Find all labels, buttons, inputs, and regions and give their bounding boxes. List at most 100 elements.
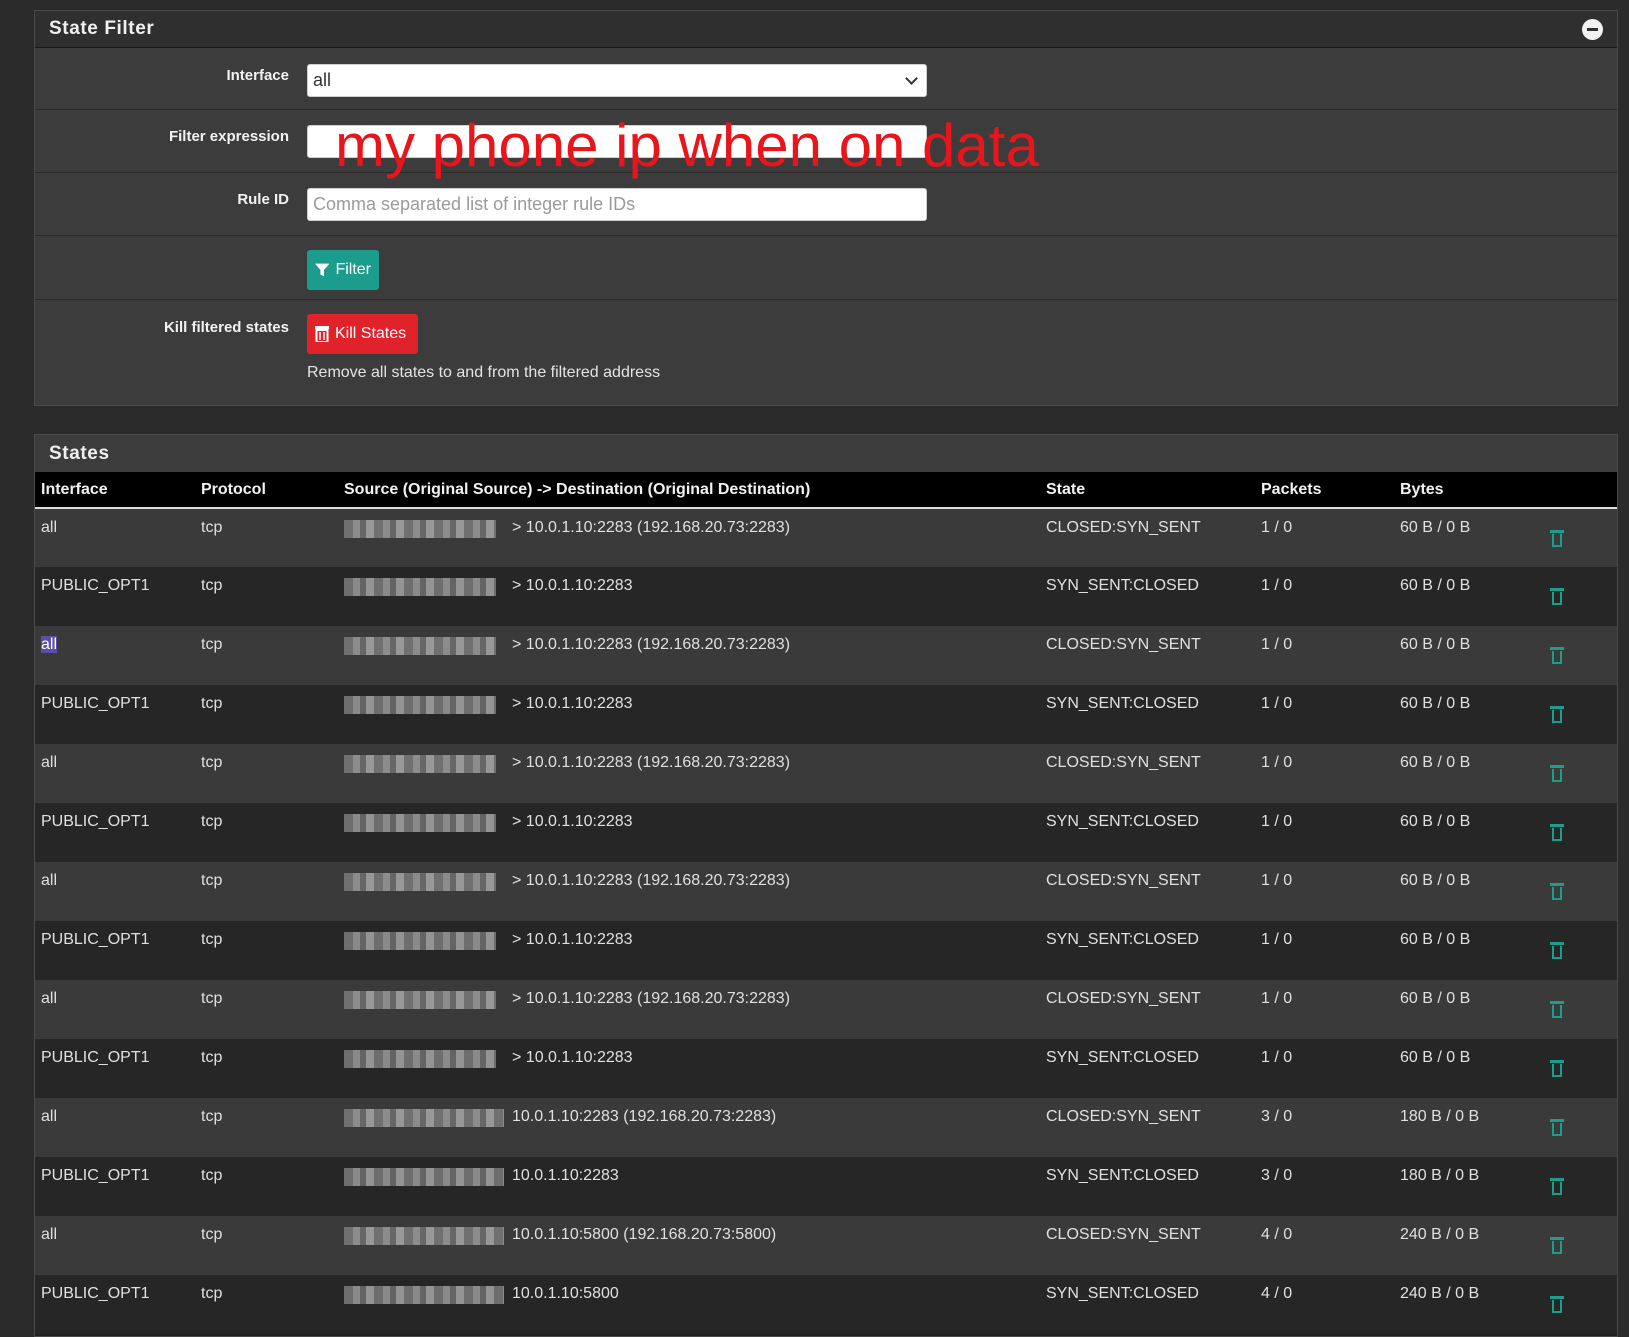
redacted-source xyxy=(344,873,496,891)
cell-packets: 1 / 0 xyxy=(1261,577,1293,594)
redacted-source xyxy=(344,520,496,538)
filter-button-label: Filter xyxy=(335,261,371,278)
interface-value: all xyxy=(41,1108,58,1125)
states-table: Interface Protocol Source (Original Sour… xyxy=(35,472,1617,1334)
interface-value: PUBLIC_OPT1 xyxy=(41,813,150,830)
interface-row: Interface all xyxy=(35,48,1617,110)
kill-states-label: Kill filtered states xyxy=(163,319,289,336)
trash-icon[interactable] xyxy=(1550,1296,1564,1313)
col-actions xyxy=(1534,472,1617,508)
cell-source-destination: > 10.0.1.10:2283 (192.168.20.73:2283) xyxy=(338,980,1040,1039)
cell-state: CLOSED:SYN_SENT xyxy=(1046,754,1201,771)
cell-actions xyxy=(1534,1275,1617,1334)
filter-expression-label: Filter expression xyxy=(168,128,289,145)
cell-packets: 1 / 0 xyxy=(1261,813,1293,830)
states-body: all tcp > 10.0.1.10:2283 (192.168.20.73:22… xyxy=(35,508,1617,1334)
state-filter-panel: State Filter Interface all Filter expres… xyxy=(34,10,1618,406)
cell-state: SYN_SENT:CLOSED xyxy=(1046,1049,1199,1066)
table-row: all tcp > 10.0.1.10:2283 (192.168.20.73:22… xyxy=(35,626,1617,685)
trash-icon[interactable] xyxy=(1550,1060,1564,1077)
cell-state: SYN_SENT:CLOSED xyxy=(1046,1167,1199,1184)
trash-icon[interactable] xyxy=(1550,647,1564,664)
interface-value: all xyxy=(41,990,58,1007)
kill-states-help: Remove all states to and from the filter… xyxy=(307,364,661,381)
cell-actions xyxy=(1534,862,1617,921)
redacted-source xyxy=(344,1168,504,1186)
cell-source-destination: 10.0.1.10:5800 (192.168.20.73:5800) xyxy=(338,1216,1040,1275)
cell-state: SYN_SENT:CLOSED xyxy=(1046,695,1199,712)
redacted-source xyxy=(344,1050,496,1068)
rule-id-row: Rule ID Comma separated list of integer … xyxy=(35,173,1617,236)
trash-icon[interactable] xyxy=(1550,765,1564,782)
cell-state: SYN_SENT:CLOSED xyxy=(1046,931,1199,948)
trash-icon[interactable] xyxy=(1550,824,1564,841)
trash-icon[interactable] xyxy=(1550,588,1564,605)
col-packets[interactable]: Packets xyxy=(1255,472,1394,508)
trash-icon[interactable] xyxy=(1550,1178,1564,1195)
cell-bytes: 240 B / 0 B xyxy=(1400,1285,1480,1302)
cell-interface: PUBLIC_OPT1 xyxy=(35,1157,195,1216)
destination-value: > 10.0.1.10:2283 xyxy=(512,931,633,948)
cell-actions xyxy=(1534,744,1617,803)
interface-value: all xyxy=(41,1226,58,1243)
cell-interface: all xyxy=(35,508,195,567)
cell-interface: all xyxy=(35,1216,195,1275)
cell-actions xyxy=(1534,1157,1617,1216)
cell-protocol: tcp xyxy=(201,1108,223,1125)
table-row: PUBLIC_OPT1 tcp > 10.0.1.10:2283 SYN_SENT:C… xyxy=(35,803,1617,862)
cell-actions xyxy=(1534,980,1617,1039)
destination-value: 10.0.1.10:5800 (192.168.20.73:5800) xyxy=(512,1226,777,1243)
redacted-source xyxy=(344,755,496,773)
col-interface[interactable]: Interface xyxy=(35,472,195,508)
redacted-source xyxy=(344,1109,504,1127)
interface-select[interactable]: all xyxy=(307,64,927,97)
cell-bytes: 60 B / 0 B xyxy=(1400,931,1471,948)
col-bytes[interactable]: Bytes xyxy=(1394,472,1534,508)
destination-value: > 10.0.1.10:2283 xyxy=(512,577,633,594)
cell-interface: PUBLIC_OPT1 xyxy=(35,685,195,744)
cell-state: CLOSED:SYN_SENT xyxy=(1046,872,1201,889)
cell-packets: 1 / 0 xyxy=(1261,872,1293,889)
cell-protocol: tcp xyxy=(201,636,223,653)
cell-protocol: tcp xyxy=(201,577,223,594)
collapse-icon[interactable] xyxy=(1582,18,1603,40)
redacted-source xyxy=(344,1286,504,1304)
col-state[interactable]: State xyxy=(1040,472,1255,508)
table-row: PUBLIC_OPT1 tcp 10.0.1.10:2283 SYN_SENT:CLO… xyxy=(35,1157,1617,1216)
interface-value: PUBLIC_OPT1 xyxy=(41,695,150,712)
trash-icon[interactable] xyxy=(1550,883,1564,900)
cell-source-destination: > 10.0.1.10:2283 xyxy=(338,685,1040,744)
cell-bytes: 60 B / 0 B xyxy=(1400,872,1471,889)
rule-id-input[interactable]: Comma separated list of integer rule IDs xyxy=(307,188,927,221)
trash-icon[interactable] xyxy=(1550,530,1564,547)
cell-actions xyxy=(1534,1039,1617,1098)
cell-actions xyxy=(1534,685,1617,744)
cell-protocol: tcp xyxy=(201,1049,223,1066)
col-protocol[interactable]: Protocol xyxy=(195,472,338,508)
states-heading: States xyxy=(35,435,1617,472)
interface-value: all xyxy=(41,636,58,653)
cell-bytes: 60 B / 0 B xyxy=(1400,990,1471,1007)
cell-state: SYN_SENT:CLOSED xyxy=(1046,1285,1199,1302)
cell-packets: 4 / 0 xyxy=(1261,1226,1293,1243)
kill-states-button[interactable]: Kill States xyxy=(307,314,418,354)
filter-button[interactable]: Filter xyxy=(307,250,379,290)
cell-packets: 1 / 0 xyxy=(1261,754,1293,771)
cell-packets: 1 / 0 xyxy=(1261,1049,1293,1066)
trash-icon[interactable] xyxy=(1550,1001,1564,1018)
cell-interface: all xyxy=(35,862,195,921)
trash-icon[interactable] xyxy=(1550,942,1564,959)
cell-state: CLOSED:SYN_SENT xyxy=(1046,519,1201,536)
table-row: PUBLIC_OPT1 tcp > 10.0.1.10:2283 SYN_SENT:C… xyxy=(35,567,1617,626)
trash-icon[interactable] xyxy=(1550,706,1564,723)
cell-state: CLOSED:SYN_SENT xyxy=(1046,1108,1201,1125)
table-row: PUBLIC_OPT1 tcp > 10.0.1.10:2283 SYN_SENT:C… xyxy=(35,1039,1617,1098)
cell-interface: PUBLIC_OPT1 xyxy=(35,921,195,980)
trash-icon[interactable] xyxy=(1550,1119,1564,1136)
cell-packets: 1 / 0 xyxy=(1261,636,1293,653)
cell-source-destination: > 10.0.1.10:2283 xyxy=(338,1039,1040,1098)
cell-state: SYN_SENT:CLOSED xyxy=(1046,813,1199,830)
table-row: all tcp 10.0.1.10:5800 (192.168.20.73:5800… xyxy=(35,1216,1617,1275)
col-source-destination[interactable]: Source (Original Source) -> Destination … xyxy=(338,472,1040,508)
trash-icon[interactable] xyxy=(1550,1237,1564,1254)
